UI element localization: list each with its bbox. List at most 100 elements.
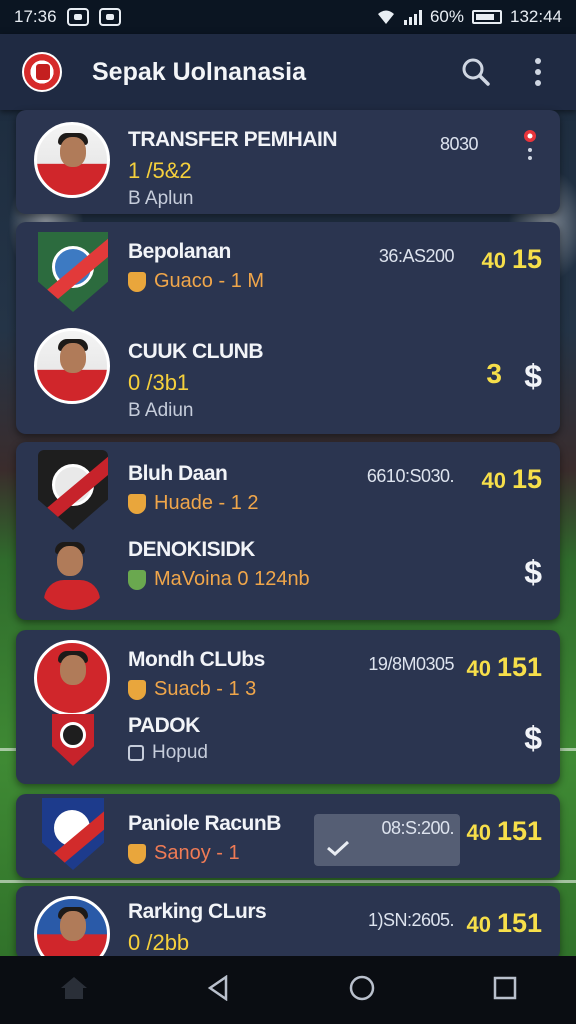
- item-name: Rarking CLurs: [128, 900, 267, 923]
- app-title: Sepak Uolnanasia: [92, 57, 306, 86]
- item-subdetail-text: Hopud: [152, 742, 208, 763]
- item-name: CUUK CLUNB: [128, 340, 264, 363]
- score-small: 40: [466, 820, 491, 845]
- home-circle-button[interactable]: [348, 974, 376, 1007]
- item-detail: 0 /2bb: [128, 930, 190, 955]
- item-subdetail: Hopud: [128, 742, 208, 764]
- check-icon: [327, 840, 350, 856]
- score-main: 151: [496, 652, 542, 682]
- price-icon[interactable]: $: [524, 720, 542, 757]
- item-score: 40 151: [466, 908, 542, 939]
- list-item[interactable]: TRANSFER PEMHAIN 1 /5&2 B Aplun 8030: [16, 110, 560, 214]
- back-icon: [208, 974, 228, 1001]
- battery-percent: 60%: [429, 7, 464, 26]
- player-avatar: [34, 328, 110, 404]
- list-card[interactable]: Mondh CLUbs Suacb - 1 3 19/8M0305 40 151 …: [16, 630, 560, 784]
- score-main: 15: [511, 464, 542, 494]
- list-item[interactable]: PADOK Hopud $: [16, 714, 560, 784]
- search-button[interactable]: [460, 56, 492, 88]
- signal-icon: [403, 9, 422, 25]
- info-icon: [128, 745, 144, 761]
- score-main: 15: [511, 244, 542, 274]
- item-name: Mondh CLUbs: [128, 648, 265, 671]
- player-avatar: [34, 534, 110, 610]
- item-code: 1)SN:2605.: [367, 910, 455, 930]
- more-options-button[interactable]: [522, 56, 554, 88]
- item-score: 40 15: [481, 464, 542, 495]
- search-icon: [462, 58, 490, 86]
- item-detail: Suacb - 1 3: [128, 678, 265, 701]
- score-small: 40: [466, 912, 491, 937]
- item-detail: 1 /5&2: [128, 158, 192, 183]
- item-score: 40 15: [481, 244, 542, 275]
- list-card[interactable]: Bluh Daan Huade - 1 2 6610:S030. 40 15 DE…: [16, 442, 560, 620]
- more-vert-icon: [535, 58, 541, 86]
- list-card[interactable]: Rarking CLurs 0 /2bb 1)SN:2605. 40 151: [16, 886, 560, 972]
- recents-icon: [494, 976, 517, 999]
- alert-dot-icon[interactable]: [520, 128, 540, 168]
- score-small: 40: [481, 468, 506, 493]
- item-detail-text: Guaco - 1 M: [154, 270, 265, 292]
- home-icon: [60, 976, 87, 999]
- shield-icon: [128, 679, 146, 700]
- battery-icon: [472, 10, 502, 24]
- item-name: PADOK: [128, 714, 200, 737]
- item-detail-text: Huade - 1 2: [154, 492, 259, 514]
- shield-icon: [128, 569, 146, 590]
- status-time-left: 17:36: [14, 7, 57, 26]
- list-card[interactable]: TRANSFER PEMHAIN 1 /5&2 B Aplun 8030: [16, 110, 560, 214]
- list-card[interactable]: Paniole RacunB Sanoy - 1 08:S:200. 40 151: [16, 794, 560, 878]
- list-item[interactable]: Bluh Daan Huade - 1 2 6610:S030. 40 15: [16, 442, 560, 532]
- item-name: DENOKISIDK: [128, 538, 255, 561]
- list-item[interactable]: CUUK CLUNB 0 /3b1 B Adiun 3 $: [16, 326, 560, 430]
- back-button[interactable]: [206, 974, 230, 1006]
- price-icon[interactable]: $: [524, 554, 542, 591]
- list-item[interactable]: DENOKISIDK MaVoina 0 124nb $: [16, 532, 560, 616]
- list-card[interactable]: Bepolanan Guaco - 1 M 36:AS200 40 15 CUUK…: [16, 222, 560, 434]
- player-avatar: [34, 640, 110, 716]
- item-name: Bepolanan: [128, 240, 231, 263]
- item-score: 40 151: [466, 816, 542, 847]
- notification-icon: [66, 8, 89, 26]
- item-detail: 0 /3b1: [128, 370, 190, 395]
- list-item[interactable]: Paniole RacunB Sanoy - 1 08:S:200. 40 151: [16, 794, 560, 878]
- club-crest-icon: [42, 798, 104, 870]
- item-subdetail: B Adiun: [128, 400, 194, 421]
- item-code: 36:AS200: [378, 246, 455, 266]
- transfer-list: TRANSFER PEMHAIN 1 /5&2 B Aplun 8030 Bep…: [16, 110, 560, 972]
- item-name: Bluh Daan: [128, 462, 228, 485]
- recents-button[interactable]: [493, 976, 517, 1005]
- item-detail: Huade - 1 2: [128, 492, 259, 515]
- item-detail: MaVoina 0 124nb: [128, 568, 310, 591]
- club-crest-icon: [38, 450, 108, 530]
- status-time-right: 132:44: [510, 7, 562, 26]
- status-bar: 17:36 60% 132:44: [0, 0, 576, 34]
- item-detail-text: Suacb - 1 3: [154, 678, 257, 700]
- score-main: 151: [496, 816, 542, 846]
- item-detail: Sanoy - 1: [128, 842, 281, 865]
- notification-icon: [98, 8, 121, 26]
- app-logo: [22, 52, 62, 92]
- item-detail-text: Sanoy - 1: [154, 842, 240, 864]
- score-small: 40: [481, 248, 506, 273]
- item-score: 40 151: [466, 652, 542, 683]
- item-code: 08:S:200.: [381, 818, 454, 838]
- price-icon[interactable]: $: [524, 358, 542, 395]
- shield-icon: [128, 843, 146, 864]
- wifi-icon: [377, 10, 394, 24]
- score-main: 151: [496, 908, 542, 938]
- list-item[interactable]: Rarking CLurs 0 /2bb 1)SN:2605. 40 151: [16, 886, 560, 972]
- club-crest-icon: [38, 232, 108, 312]
- item-name: TRANSFER PEMHAIN: [128, 128, 338, 151]
- list-item[interactable]: Bepolanan Guaco - 1 M 36:AS200 40 15: [16, 222, 560, 326]
- item-code: 8030: [439, 134, 479, 154]
- item-detail-text: MaVoina 0 124nb: [154, 568, 310, 590]
- item-score: 3: [486, 358, 502, 389]
- shield-icon: [128, 493, 146, 514]
- home-button[interactable]: [59, 975, 89, 1006]
- player-avatar: [34, 122, 110, 198]
- list-item[interactable]: Mondh CLUbs Suacb - 1 3 19/8M0305 40 151: [16, 630, 560, 716]
- item-detail: Guaco - 1 M: [128, 270, 264, 293]
- item-name: Paniole RacunB: [128, 812, 281, 835]
- club-crest-icon: [52, 714, 94, 766]
